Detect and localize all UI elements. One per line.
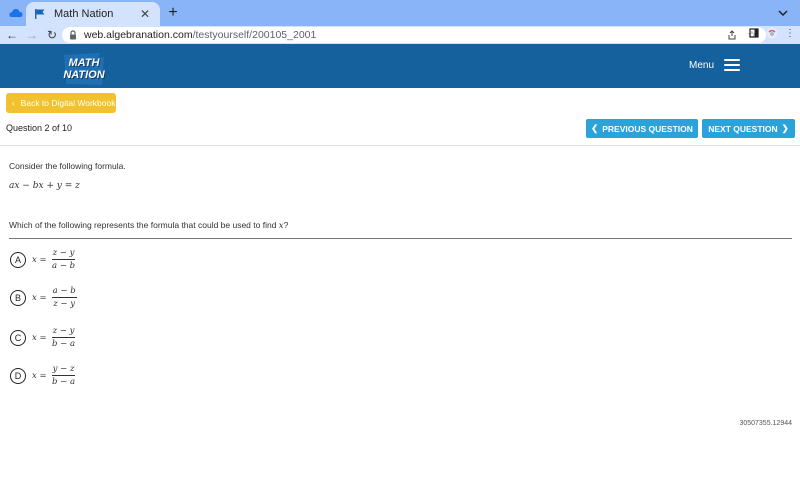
choice-expression: x = z − y a − b [32, 248, 76, 271]
choice-expression: x = a − b z − y [32, 286, 77, 309]
fraction: z − y a − b [51, 248, 76, 271]
math-nation-logo[interactable]: MATH NATION [60, 52, 108, 86]
chevron-left-icon: ‹ [12, 98, 15, 108]
forward-arrow-icon[interactable]: → [22, 26, 42, 44]
given-formula: ax − bx + y = z [9, 181, 80, 191]
tab-title: Math Nation [54, 8, 114, 20]
choice-letter[interactable]: B [10, 289, 26, 306]
question-prompt: Consider the following formula. [9, 161, 126, 171]
answer-choice-d[interactable]: D x = y − z b − a [10, 364, 76, 387]
divider [0, 145, 800, 146]
logo-line-1: MATH [68, 57, 100, 69]
back-arrow-icon[interactable]: ← [2, 26, 22, 44]
choice-lhs: x = [32, 292, 47, 303]
choice-lhs: x = [32, 370, 47, 381]
tab-search-chevron-icon[interactable] [776, 6, 790, 20]
numerator: z − y [51, 326, 76, 338]
browser-toolbar: ← → ↻ web.algebranation.com/testyourself… [0, 26, 800, 44]
denominator: b − a [52, 377, 76, 387]
reload-icon[interactable]: ↻ [42, 26, 62, 44]
denominator: a − b [52, 261, 76, 271]
choice-lhs: x = [32, 254, 47, 265]
question-id: 30507355.12944 [739, 420, 792, 427]
choice-lhs: x = [32, 332, 47, 343]
denominator: z − y [53, 299, 76, 309]
fraction: z − y b − a [51, 326, 76, 349]
side-panel-icon[interactable] [748, 27, 760, 39]
question-divider [9, 238, 792, 239]
logo-line-2: NATION [63, 69, 105, 81]
choice-letter[interactable]: D [10, 367, 26, 384]
next-button-label: NEXT QUESTION [708, 123, 778, 134]
kebab-menu-icon[interactable]: ⋮ [784, 27, 796, 39]
choice-expression: x = z − y b − a [32, 326, 76, 349]
choice-letter[interactable]: C [10, 329, 26, 346]
question-text-after: ? [283, 220, 289, 230]
new-tab-plus-icon[interactable]: + [164, 4, 182, 22]
browser-tab-strip: Math Nation ✕ + [0, 0, 800, 26]
share-icon[interactable] [726, 29, 738, 41]
question-counter: Question 2 of 10 [6, 123, 73, 133]
question-text-before: Which of the following represents the fo… [9, 220, 279, 230]
site-header [0, 44, 800, 88]
previous-question-button[interactable]: ❮ PREVIOUS QUESTION [586, 119, 698, 138]
lock-icon[interactable] [68, 30, 78, 40]
choice-letter[interactable]: A [10, 251, 26, 268]
profile-avatar-icon[interactable] [766, 27, 778, 39]
back-to-workbook-button[interactable]: ‹ Back to Digital Workbook [6, 93, 116, 113]
logo-text: MATH NATION [60, 57, 108, 81]
fraction: y − z b − a [51, 364, 76, 387]
chevron-right-icon: ❯ [781, 123, 789, 133]
answer-choice-a[interactable]: A x = z − y a − b [10, 248, 76, 271]
back-button-label: Back to Digital Workbook [20, 98, 116, 108]
close-icon[interactable]: ✕ [138, 7, 152, 21]
address-bar[interactable]: web.algebranation.com/testyourself/20010… [62, 27, 766, 43]
flag-icon [35, 9, 45, 19]
menu-label: Menu [688, 59, 714, 71]
url-path: /testyourself/200105_2001 [192, 29, 317, 41]
answer-choice-b[interactable]: B x = a − b z − y [10, 286, 77, 309]
question-text: Which of the following represents the fo… [9, 220, 288, 231]
numerator: y − z [51, 364, 76, 376]
hamburger-icon [724, 59, 740, 71]
numerator: z − y [51, 248, 76, 260]
next-question-button[interactable]: NEXT QUESTION ❯ [702, 119, 795, 138]
chevron-left-icon: ❮ [591, 123, 599, 133]
site-menu-button[interactable]: Menu [689, 59, 740, 71]
browser-tab[interactable]: Math Nation ✕ [26, 2, 160, 26]
url-host: web.algebranation.com [84, 29, 193, 41]
fraction: a − b z − y [51, 286, 77, 309]
denominator: b − a [52, 339, 76, 349]
cloud-icon[interactable] [8, 6, 24, 20]
numerator: a − b [51, 286, 77, 298]
choice-expression: x = y − z b − a [32, 364, 76, 387]
previous-button-label: PREVIOUS QUESTION [602, 123, 693, 134]
answer-choice-c[interactable]: C x = z − y b − a [10, 326, 76, 349]
toolbar-right-icons: ⋮ [748, 27, 796, 39]
